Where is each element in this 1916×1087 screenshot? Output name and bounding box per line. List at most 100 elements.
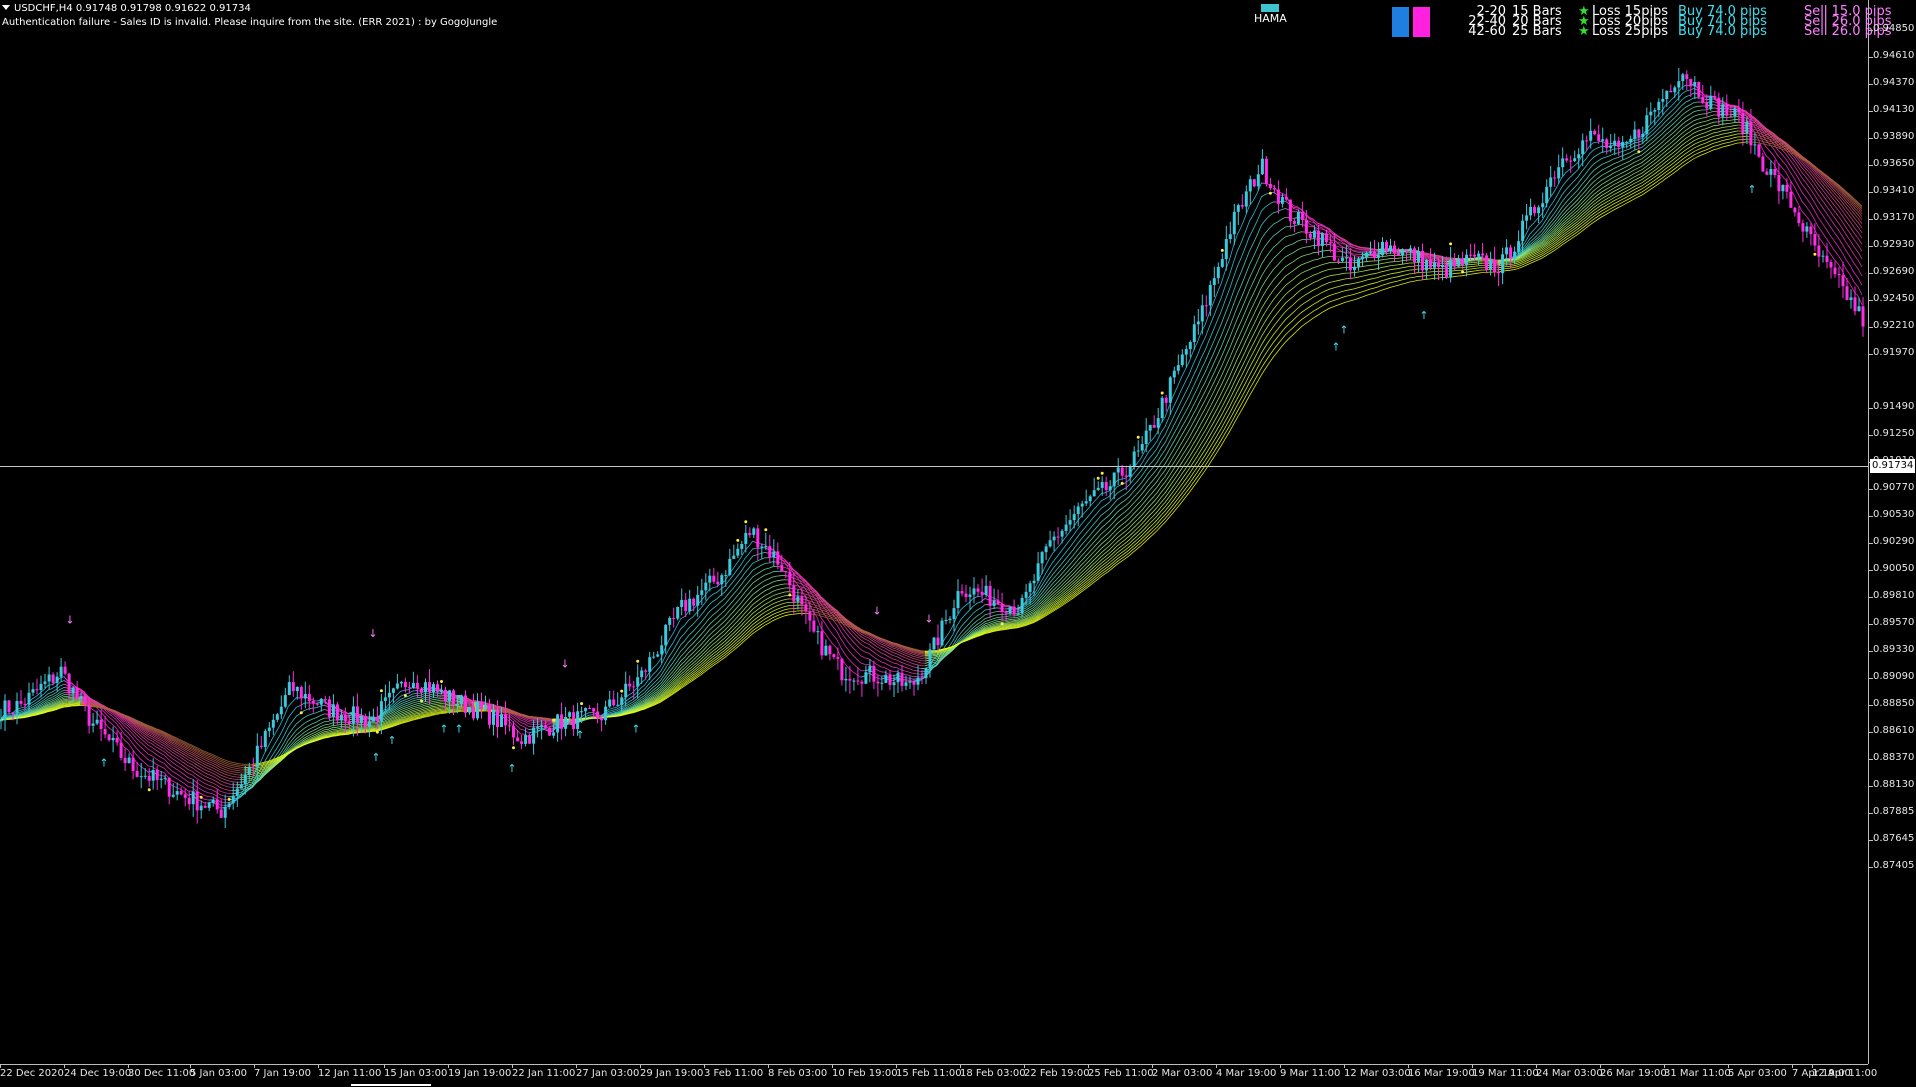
signal-dot: [788, 593, 791, 596]
candle-body: [1305, 220, 1308, 234]
candle-body: [240, 784, 243, 788]
hama-indicator-label[interactable]: HAMA: [1254, 4, 1287, 25]
signal-dot: [736, 539, 739, 542]
signal-dot: [200, 796, 203, 799]
candle-body: [600, 718, 603, 720]
candle-body: [264, 731, 267, 747]
candle-body: [716, 582, 719, 585]
candle-body: [776, 551, 779, 564]
candle-body: [516, 737, 519, 741]
candle-body: [1417, 251, 1420, 262]
candle-body: [288, 682, 291, 695]
candle-body: [1357, 259, 1360, 267]
candle-body: [1673, 87, 1676, 92]
candle-body: [672, 618, 675, 619]
candle-body: [1689, 79, 1692, 86]
candle-body: [176, 791, 179, 795]
candle-body: [1441, 265, 1444, 267]
time-tick-label: 5 Apr 03:00: [1728, 1068, 1787, 1079]
candle-body: [568, 712, 571, 717]
candle-body: [905, 682, 908, 686]
candle-body: [868, 666, 871, 672]
signal-dot: [380, 689, 383, 692]
candle-body: [973, 588, 976, 594]
candle-body: [108, 734, 111, 740]
chart-symbol-header[interactable]: USDCHF,H4 0.91748 0.91798 0.91622 0.9173…: [2, 3, 251, 14]
candle-body: [1649, 112, 1652, 116]
signal-dot: [1461, 271, 1464, 274]
price-chart[interactable]: ↑↑↑↑↑↑↑↑↑↑↑↑↓↓↓↓↓: [0, 0, 1916, 1086]
candle-body: [1341, 258, 1344, 261]
time-axis[interactable]: 22 Dec 202024 Dec 19:0030 Dec 11:005 Jan…: [0, 1064, 1868, 1087]
candle-body: [1609, 146, 1612, 148]
candle-body: [1173, 371, 1176, 378]
collapse-triangle-icon[interactable]: [2, 5, 10, 10]
candle-body: [548, 728, 551, 736]
candle-body: [88, 705, 91, 726]
time-tick-label: 16 Mar 19:00: [1408, 1068, 1475, 1079]
candle-body: [228, 803, 231, 807]
candle-body: [1105, 482, 1108, 490]
buy-arrow-icon: ↑: [454, 723, 463, 736]
candle-body: [348, 721, 351, 724]
candle-body: [460, 695, 463, 704]
candle-body: [1233, 212, 1236, 234]
candle-body: [921, 678, 924, 679]
candle-body: [1009, 607, 1012, 614]
candle-body: [1193, 324, 1196, 342]
candle-body: [584, 708, 587, 711]
candle-body: [1393, 246, 1396, 254]
candle-body: [104, 729, 107, 734]
candle-body: [236, 789, 239, 796]
candle-body: [364, 716, 367, 727]
candle-body: [1753, 144, 1756, 145]
candle-body: [248, 767, 251, 775]
sell-color-square: [1413, 17, 1430, 27]
candle-body: [840, 659, 843, 681]
candle-body: [204, 806, 207, 808]
time-tick-label: 24 Dec 19:00: [64, 1068, 131, 1079]
candle-body: [112, 738, 115, 740]
candle-body: [1069, 520, 1072, 525]
candle-body: [1797, 212, 1800, 223]
current-price-label: 0.91734: [1870, 459, 1915, 473]
time-tick-label: 10 Feb 19:00: [832, 1068, 898, 1079]
candle-body: [985, 586, 988, 595]
candle-body: [592, 708, 595, 711]
candle-body: [136, 771, 139, 777]
candle-body: [1273, 188, 1276, 189]
candle-body: [1157, 418, 1160, 428]
candle-body: [1701, 97, 1704, 103]
candle-body: [456, 704, 459, 705]
candle-body: [1237, 205, 1240, 212]
candle-body: [780, 565, 783, 572]
candle-body: [1265, 159, 1268, 184]
candle-body: [1805, 226, 1808, 231]
candle-body: [1489, 260, 1492, 270]
candle-body: [804, 604, 807, 611]
candle-body: [949, 619, 952, 620]
candle-body: [192, 791, 195, 804]
buy-arrow-icon: ↑: [575, 728, 584, 741]
candle-body: [1053, 537, 1056, 541]
candle-body: [1509, 247, 1512, 258]
time-tick-label: 4 Mar 19:00: [1216, 1068, 1276, 1079]
candle-body: [1785, 185, 1788, 192]
candle-body: [128, 758, 131, 764]
candle-body: [380, 701, 383, 721]
candle-body: [1337, 261, 1340, 262]
ma-ribbon-line: [1017, 192, 1277, 608]
candle-body: [1569, 161, 1572, 162]
candle-body: [616, 705, 619, 706]
candle-body: [1545, 187, 1548, 203]
candle-body: [1761, 157, 1764, 172]
candle-body: [1161, 398, 1164, 418]
buy-arrow-icon: ↑: [99, 756, 108, 769]
ma-ribbon-line: [1498, 98, 1702, 263]
candle-body: [1201, 305, 1204, 321]
price-axis[interactable]: 0.948500.946100.943700.941300.938900.936…: [1868, 0, 1916, 1064]
candle-body: [1789, 192, 1792, 208]
candle-body: [1425, 260, 1428, 271]
candle-body: [1181, 355, 1184, 366]
candle-body: [1665, 91, 1668, 99]
